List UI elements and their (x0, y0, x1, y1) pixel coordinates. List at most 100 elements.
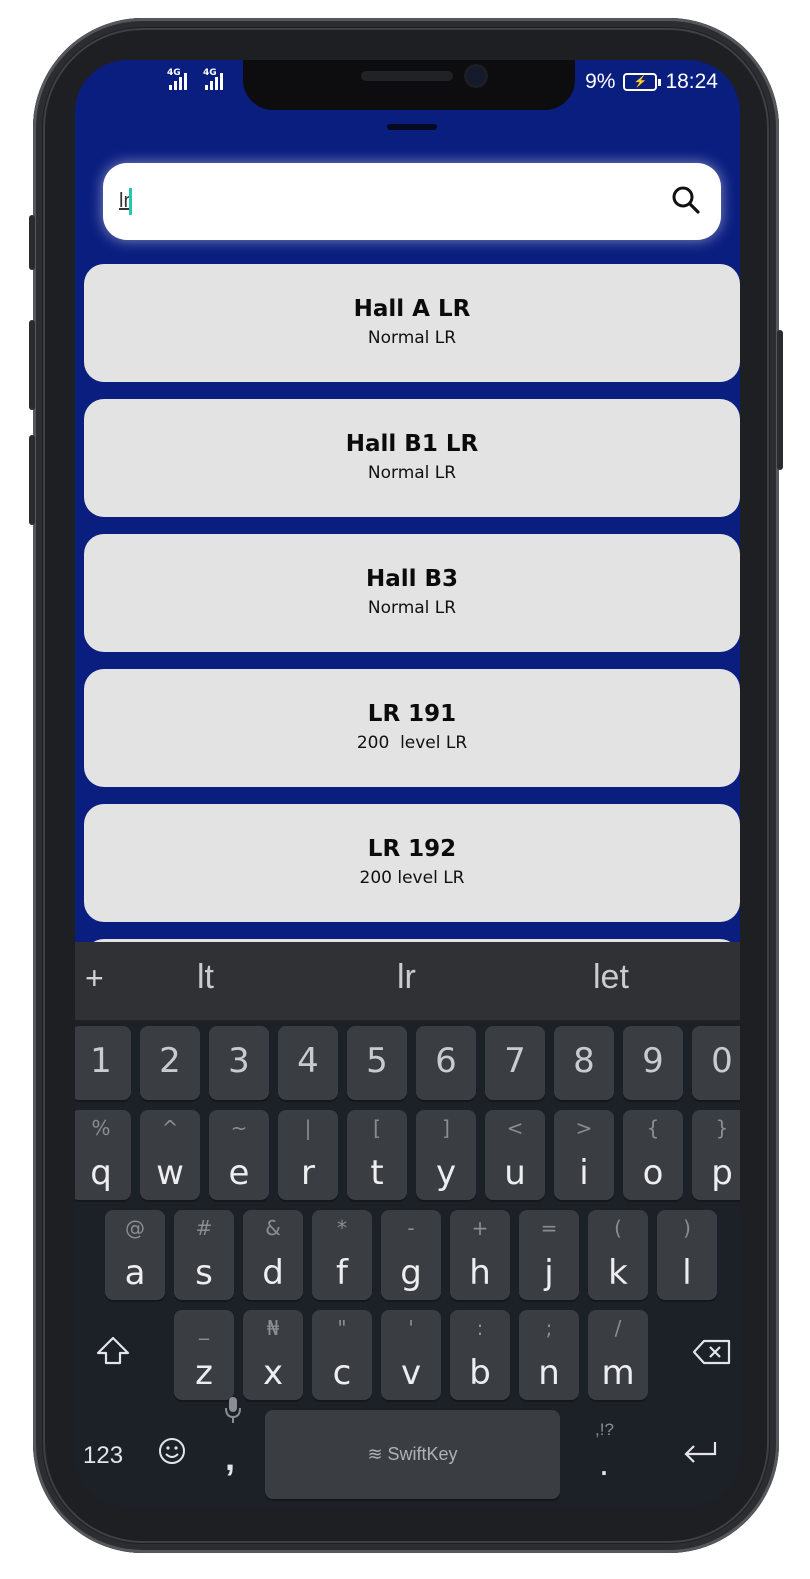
key-b[interactable]: :b (450, 1310, 510, 1400)
key-alt-label: / (614, 1316, 622, 1340)
key-p[interactable]: } p (692, 1110, 740, 1200)
key-s[interactable]: # s (174, 1210, 234, 1300)
comma-key[interactable]: , (225, 1437, 235, 1479)
key-j[interactable]: = j (519, 1210, 579, 1300)
key-label: 1 (90, 1041, 112, 1081)
key-label: i (579, 1153, 589, 1193)
key-label: a (124, 1253, 146, 1293)
key-label: g (400, 1253, 422, 1293)
key-label: 4 (297, 1041, 319, 1081)
key-a[interactable]: @ a (105, 1210, 165, 1300)
space-bar[interactable]: ≋ SwiftKey (265, 1410, 560, 1499)
list-item[interactable]: Hall A LR Normal LR (84, 264, 740, 382)
number-key-0[interactable]: 0 (692, 1026, 740, 1100)
microphone-icon[interactable] (224, 1396, 242, 1429)
key-label: s (195, 1253, 213, 1293)
key-v[interactable]: ' v (381, 1310, 441, 1400)
network-type-label: 4G (167, 68, 181, 78)
key-f[interactable]: * f (312, 1210, 372, 1300)
key-c[interactable]: " c (312, 1310, 372, 1400)
suggestion-center[interactable]: lr (397, 958, 416, 997)
key-y[interactable]: ] y (416, 1110, 476, 1200)
number-key-2[interactable]: 2 (140, 1026, 200, 1100)
key-alt-label: : (476, 1316, 484, 1340)
number-key-4[interactable]: 4 (278, 1026, 338, 1100)
number-key-6[interactable]: 6 (416, 1026, 476, 1100)
key-d[interactable]: & d (243, 1210, 303, 1300)
key-label: 5 (366, 1041, 388, 1081)
number-key-3[interactable]: 3 (209, 1026, 269, 1100)
notch (243, 60, 575, 110)
drag-handle[interactable] (387, 124, 437, 130)
key-n[interactable]: ; n (519, 1310, 579, 1400)
key-u[interactable]: < u (485, 1110, 545, 1200)
key-alt-label: % (91, 1116, 111, 1140)
key-alt-label: ~ (230, 1116, 248, 1140)
key-alt-label: ' (408, 1316, 414, 1340)
key-label: n (538, 1353, 560, 1393)
enter-icon[interactable] (681, 1438, 719, 1471)
key-label: p (711, 1153, 733, 1193)
key-label: 6 (435, 1041, 457, 1081)
number-key-5[interactable]: 5 (347, 1026, 407, 1100)
key-label: 8 (573, 1041, 595, 1081)
number-mode-key[interactable]: 123 (83, 1442, 123, 1470)
key-label: u (504, 1153, 526, 1193)
list-item[interactable]: Hall B3 Normal LR (84, 534, 740, 652)
key-label: c (332, 1353, 352, 1393)
key-alt-label: ) (683, 1216, 691, 1240)
speaker-grille (361, 71, 453, 81)
key-w[interactable]: ^ w (140, 1110, 200, 1200)
key-alt-label: " (337, 1316, 347, 1340)
screen: 4G 4G 9% ⚡ 18:24 Hall A LR Normal LR (75, 60, 740, 1507)
backspace-icon[interactable] (692, 1338, 732, 1371)
key-label: z (195, 1353, 213, 1393)
results-list: Hall A LR Normal LR Hall B1 LR Normal LR… (84, 264, 740, 969)
key-o[interactable]: {o (623, 1110, 683, 1200)
key-r[interactable]: | r (278, 1110, 338, 1200)
key-alt-label: # (195, 1216, 213, 1240)
key-alt-label: = (540, 1216, 558, 1240)
search-bar[interactable] (103, 163, 721, 240)
key-label: y (435, 1153, 457, 1193)
shift-icon[interactable] (95, 1335, 131, 1372)
search-input[interactable] (119, 183, 659, 219)
key-alt-label: + (471, 1216, 489, 1240)
list-item[interactable]: LR 192 200 level LR (84, 804, 740, 922)
suggestion-right[interactable]: let (593, 958, 629, 997)
key-x[interactable]: ₦ x (243, 1310, 303, 1400)
text-cursor (129, 188, 132, 215)
emoji-icon[interactable] (157, 1436, 187, 1471)
item-title: Hall B3 (365, 566, 459, 592)
key-label: q (90, 1153, 112, 1193)
list-item[interactable]: Hall B1 LR Normal LR (84, 399, 740, 517)
list-item[interactable]: LR 191 200 level LR (84, 669, 740, 787)
period-key[interactable]: . (599, 1442, 609, 1484)
search-icon[interactable] (669, 183, 703, 217)
number-key-8[interactable]: 8 (554, 1026, 614, 1100)
key-alt-label: { (646, 1116, 660, 1140)
key-alt-label: * (337, 1216, 347, 1240)
key-k[interactable]: (k (588, 1210, 648, 1300)
toolbar-expand-button[interactable]: + (85, 960, 104, 997)
key-alt-label: - (407, 1216, 415, 1240)
key-e[interactable]: ~ e (209, 1110, 269, 1200)
key-alt-label: ₦ (266, 1316, 280, 1340)
key-q[interactable]: % q (75, 1110, 131, 1200)
key-g[interactable]: -g (381, 1210, 441, 1300)
key-l[interactable]: ) l (657, 1210, 717, 1300)
number-key-1[interactable]: 1 (75, 1026, 131, 1100)
suggestion-left[interactable]: lt (197, 958, 214, 997)
key-alt-label: ; (545, 1316, 553, 1340)
key-label: h (469, 1253, 491, 1293)
key-m[interactable]: / m (588, 1310, 648, 1400)
item-subtitle: 200 level LR (356, 733, 468, 753)
key-i[interactable]: > i (554, 1110, 614, 1200)
key-h[interactable]: + h (450, 1210, 510, 1300)
number-key-9[interactable]: 9 (623, 1026, 683, 1100)
number-key-7[interactable]: 7 (485, 1026, 545, 1100)
battery-percent: 9% (585, 70, 616, 93)
key-label: r (301, 1153, 315, 1193)
key-z[interactable]: _ z (174, 1310, 234, 1400)
key-t[interactable]: [t (347, 1110, 407, 1200)
